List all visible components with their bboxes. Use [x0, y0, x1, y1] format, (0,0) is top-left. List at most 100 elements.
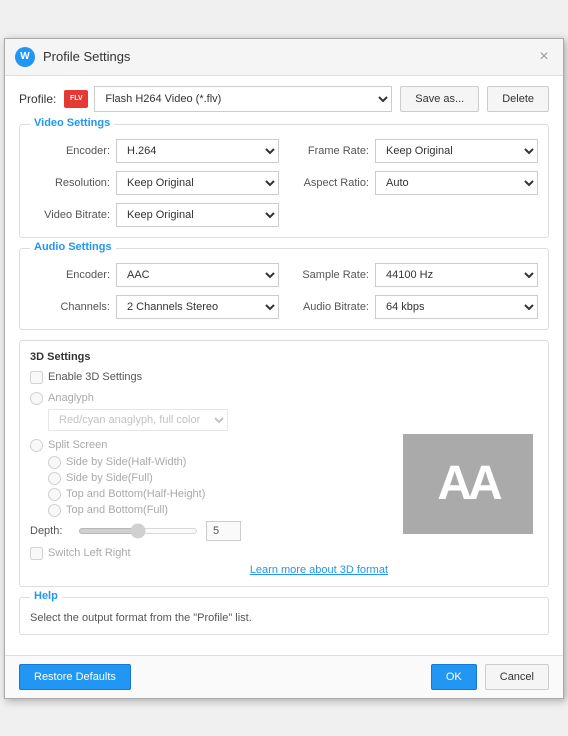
- help-text: Select the output format from the "Profi…: [30, 612, 252, 624]
- help-section: Help Select the output format from the "…: [19, 597, 549, 635]
- settings-3d-title: 3D Settings: [30, 351, 538, 363]
- profile-format-icon: FLV: [64, 90, 88, 108]
- aspect-ratio-label: Aspect Ratio:: [289, 177, 369, 189]
- top-bottom-full-radio[interactable]: [48, 504, 61, 517]
- depth-input[interactable]: [206, 521, 241, 541]
- delete-button[interactable]: Delete: [487, 86, 549, 112]
- audio-settings-section: Audio Settings Encoder: AAC MP3 AC3: [19, 248, 549, 330]
- aspect-ratio-row: Aspect Ratio: Auto 16:9 4:3: [289, 171, 538, 195]
- audio-encoder-row: Encoder: AAC MP3 AC3: [30, 263, 279, 287]
- frame-rate-select[interactable]: Keep Original 30 fps: [375, 139, 538, 163]
- split-screen-label: Split Screen: [48, 439, 107, 451]
- audio-bitrate-row: Audio Bitrate: 64 kbps 128 kbps 192 kbps: [289, 295, 538, 319]
- split-option-2: Top and Bottom(Half-Height): [48, 488, 388, 501]
- encoder-label: Encoder:: [30, 145, 110, 157]
- depth-label: Depth:: [30, 525, 70, 537]
- profile-settings-dialog: W Profile Settings × Profile: FLV Flash …: [4, 38, 564, 699]
- video-bitrate-row: Video Bitrate: Keep Original 8000 kbps: [30, 203, 279, 227]
- title-bar: W Profile Settings ×: [5, 39, 563, 76]
- enable-3d-row: Enable 3D Settings: [30, 371, 538, 384]
- video-left-col: Encoder: H.264 H.265 MPEG-4 Resolution: …: [30, 139, 279, 227]
- aspect-ratio-select[interactable]: Auto 16:9 4:3: [375, 171, 538, 195]
- video-settings-section: Video Settings Encoder: H.264 H.265 MPEG…: [19, 124, 549, 238]
- resolution-select[interactable]: Keep Original 1920x1080: [116, 171, 279, 195]
- split-option-1: Side by Side(Full): [48, 472, 388, 485]
- profile-select[interactable]: Flash H264 Video (*.flv): [94, 86, 392, 112]
- switch-left-right-checkbox[interactable]: [30, 547, 43, 560]
- top-bottom-half-label: Top and Bottom(Half-Height): [66, 488, 205, 500]
- dialog-footer: Restore Defaults OK Cancel: [5, 655, 563, 698]
- switch-left-right-label: Switch Left Right: [48, 547, 131, 559]
- footer-right-buttons: OK Cancel: [431, 664, 549, 690]
- save-as-button[interactable]: Save as...: [400, 86, 479, 112]
- split-screen-radio[interactable]: [30, 439, 43, 452]
- split-option-3: Top and Bottom(Full): [48, 504, 388, 517]
- sample-rate-row: Sample Rate: 44100 Hz 48000 Hz: [289, 263, 538, 287]
- sample-rate-label: Sample Rate:: [289, 269, 369, 281]
- channels-select[interactable]: 2 Channels Stereo 1 Channel Mono: [116, 295, 279, 319]
- audio-bitrate-select[interactable]: 64 kbps 128 kbps 192 kbps: [375, 295, 538, 319]
- 3d-preview-panel: AA: [398, 392, 538, 576]
- split-half-width-radio[interactable]: [48, 456, 61, 469]
- resolution-label: Resolution:: [30, 177, 110, 189]
- split-half-width-label: Side by Side(Half-Width): [66, 456, 186, 468]
- ok-button[interactable]: OK: [431, 664, 477, 690]
- split-screen-suboptions: Side by Side(Half-Width) Side by Side(Fu…: [48, 456, 388, 517]
- frame-rate-label: Frame Rate:: [289, 145, 369, 157]
- depth-slider[interactable]: [78, 528, 198, 534]
- split-screen-option: Split Screen: [30, 439, 388, 452]
- video-settings-content: Encoder: H.264 H.265 MPEG-4 Resolution: …: [20, 125, 548, 237]
- anaglyph-type-select[interactable]: Red/cyan anaglyph, full color: [48, 409, 228, 431]
- split-full-label: Side by Side(Full): [66, 472, 153, 484]
- restore-defaults-button[interactable]: Restore Defaults: [19, 664, 131, 690]
- audio-right-col: Sample Rate: 44100 Hz 48000 Hz Audio Bit…: [289, 263, 538, 319]
- video-settings-title: Video Settings: [30, 117, 114, 129]
- anaglyph-radio[interactable]: [30, 392, 43, 405]
- audio-bitrate-label: Audio Bitrate:: [289, 301, 369, 313]
- profile-row: Profile: FLV Flash H264 Video (*.flv) Sa…: [19, 86, 549, 112]
- enable-3d-label: Enable 3D Settings: [48, 371, 142, 383]
- depth-row: Depth:: [30, 521, 388, 541]
- top-bottom-full-label: Top and Bottom(Full): [66, 504, 168, 516]
- audio-settings-grid: Encoder: AAC MP3 AC3 Channels: 2 Channel…: [30, 263, 538, 319]
- audio-encoder-select[interactable]: AAC MP3 AC3: [116, 263, 279, 287]
- 3d-preview-aa: AA: [403, 434, 533, 534]
- dialog-title: Profile Settings: [43, 49, 130, 64]
- anaglyph-option: Anaglyph: [30, 392, 388, 405]
- split-full-radio[interactable]: [48, 472, 61, 485]
- video-right-col: Frame Rate: Keep Original 30 fps Aspect …: [289, 139, 538, 227]
- settings-3d-section: 3D Settings Enable 3D Settings Anaglyph …: [19, 340, 549, 587]
- channels-label: Channels:: [30, 301, 110, 313]
- encoder-row: Encoder: H.264 H.265 MPEG-4: [30, 139, 279, 163]
- frame-rate-row: Frame Rate: Keep Original 30 fps: [289, 139, 538, 163]
- encoder-select[interactable]: H.264 H.265 MPEG-4: [116, 139, 279, 163]
- profile-label: Profile:: [19, 92, 56, 106]
- video-settings-grid: Encoder: H.264 H.265 MPEG-4 Resolution: …: [30, 139, 538, 227]
- help-content: Select the output format from the "Profi…: [20, 598, 548, 634]
- resolution-row: Resolution: Keep Original 1920x1080: [30, 171, 279, 195]
- channels-row: Channels: 2 Channels Stereo 1 Channel Mo…: [30, 295, 279, 319]
- anaglyph-select-wrap: Red/cyan anaglyph, full color: [48, 409, 388, 431]
- audio-settings-content: Encoder: AAC MP3 AC3 Channels: 2 Channel…: [20, 249, 548, 329]
- close-button[interactable]: ×: [535, 48, 553, 66]
- cancel-button[interactable]: Cancel: [485, 664, 549, 690]
- video-bitrate-select[interactable]: Keep Original 8000 kbps: [116, 203, 279, 227]
- app-icon: W: [15, 47, 35, 67]
- dialog-content: Profile: FLV Flash H264 Video (*.flv) Sa…: [5, 76, 563, 655]
- profile-select-wrap: FLV Flash H264 Video (*.flv): [64, 86, 392, 112]
- audio-left-col: Encoder: AAC MP3 AC3 Channels: 2 Channel…: [30, 263, 279, 319]
- sample-rate-select[interactable]: 44100 Hz 48000 Hz: [375, 263, 538, 287]
- video-bitrate-label: Video Bitrate:: [30, 209, 110, 221]
- top-bottom-half-radio[interactable]: [48, 488, 61, 501]
- learn-more-link[interactable]: Learn more about 3D format: [30, 564, 388, 576]
- switch-row: Switch Left Right: [30, 547, 388, 560]
- enable-3d-checkbox[interactable]: [30, 371, 43, 384]
- anaglyph-label: Anaglyph: [48, 392, 94, 404]
- title-bar-left: W Profile Settings: [15, 47, 130, 67]
- audio-settings-title: Audio Settings: [30, 241, 116, 253]
- 3d-left-panel: Anaglyph Red/cyan anaglyph, full color S…: [30, 392, 388, 576]
- help-title: Help: [30, 590, 62, 602]
- 3d-layout: Anaglyph Red/cyan anaglyph, full color S…: [30, 392, 538, 576]
- audio-encoder-label: Encoder:: [30, 269, 110, 281]
- split-option-0: Side by Side(Half-Width): [48, 456, 388, 469]
